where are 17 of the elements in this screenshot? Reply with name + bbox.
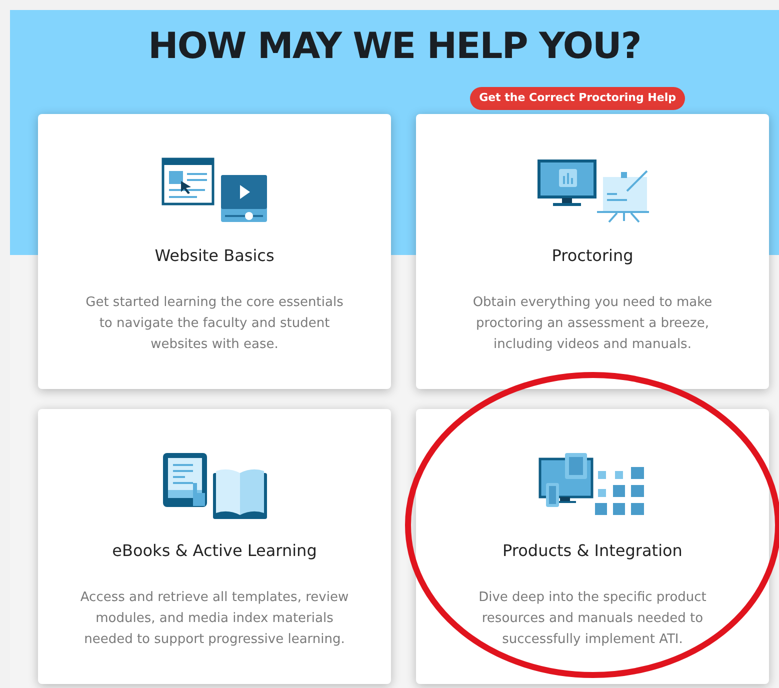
- help-card[interactable]: Website Basics Get started learning the core essentials to navigate the faculty and student websites with ease.: [38, 114, 391, 388]
- help-card[interactable]: eBooks & Active Learning Access and retrieve all templates, review modules, and media index materials needed to support progressive learning.: [38, 408, 391, 684]
- card-title: eBooks & Active Learning: [112, 540, 317, 562]
- proctoring-help-badge[interactable]: Get the Correct Proctoring Help: [470, 87, 685, 110]
- help-card[interactable]: Proctoring Obtain everything you need to make proctoring an assessment a breeze, including videos and manuals.: [416, 114, 769, 388]
- help-card[interactable]: Products & Integration Dive deep into the specific product resources and manuals needed to successfully implement ATI.: [416, 408, 769, 684]
- card-description: Obtain everything you need to make proctoring an assessment a breeze, including videos and manuals.: [472, 294, 714, 354]
- card-title: Proctoring: [552, 244, 634, 266]
- card-title: Website Basics: [154, 244, 274, 266]
- card-description: Dive deep into the specific product resources and manuals needed to successfully implement ATI.: [478, 588, 708, 648]
- tablet-and-book-icon: [160, 450, 268, 520]
- card-description: Get started learning the core essentials to navigate the faculty and student websites with ease.: [84, 294, 344, 354]
- monitor-and-easel-icon: [536, 158, 648, 222]
- page-title: HOW MAY WE HELP YOU?: [148, 25, 641, 69]
- card-description: Access and retrieve all templates, review modules, and media index materials needed to support progressive learning.: [80, 588, 349, 648]
- card-title: Products & Integration: [502, 540, 682, 562]
- browser-and-video-icon: [160, 156, 268, 224]
